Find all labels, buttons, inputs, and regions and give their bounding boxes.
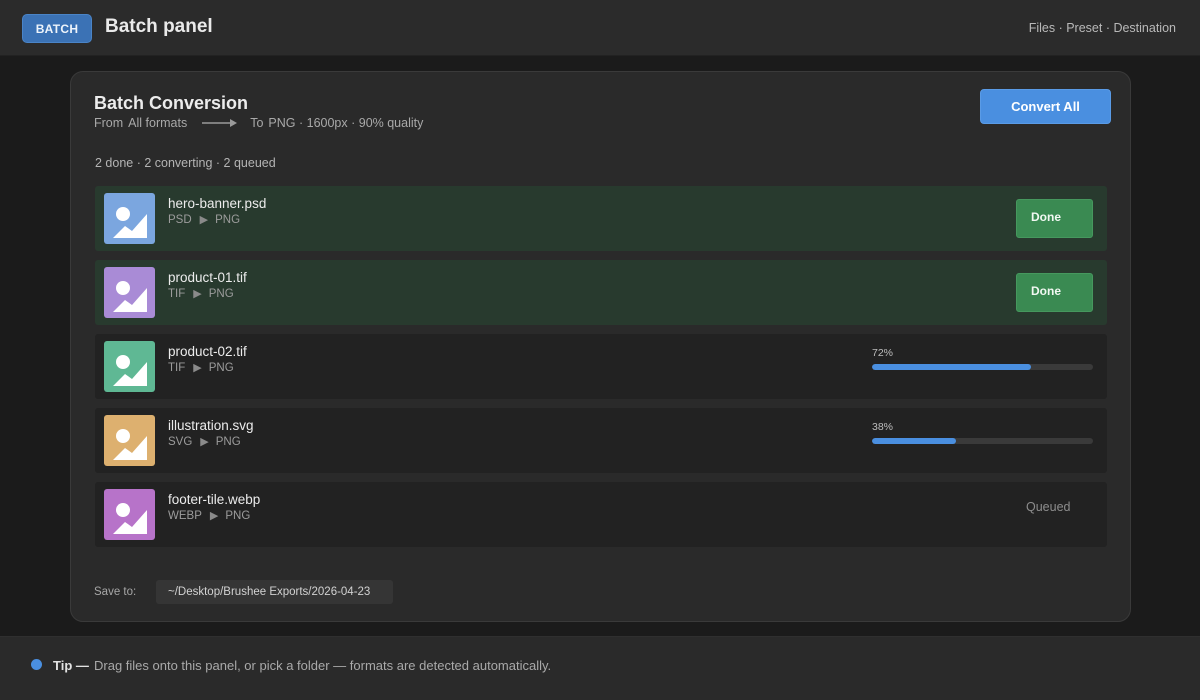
play-triangle-icon: ▶ — [193, 288, 202, 300]
target-format: PNG — [208, 287, 234, 300]
target-format: PNG — [208, 361, 234, 374]
done-status-button[interactable]: Done — [1016, 273, 1093, 312]
image-icon — [104, 415, 155, 466]
play-triangle-icon: ▶ — [200, 436, 209, 448]
info-dot-icon — [31, 659, 42, 670]
source-format: PSD — [168, 213, 192, 226]
breadcrumb: Files · Preset · Destination — [1028, 21, 1176, 35]
save-to-label: Save to: — [94, 586, 137, 598]
to-label: To — [250, 116, 264, 130]
file-name: illustration.svg — [168, 418, 254, 433]
format-conversion: WEBP ▶ PNG — [168, 509, 251, 523]
tip-label: Tip — — [53, 658, 89, 673]
format-conversion: TIF ▶ PNG — [168, 287, 234, 301]
source-format: SVG — [168, 435, 193, 448]
play-triangle-icon: ▶ — [209, 510, 219, 522]
batch-conversion-card: Batch Conversion From All formats To PNG… — [70, 71, 1131, 622]
source-format: TIF — [168, 287, 186, 300]
save-path-field[interactable]: ~/Desktop/Brushee Exports/2026-04-23 — [156, 580, 393, 604]
play-triangle-icon: ▶ — [199, 214, 209, 226]
file-row[interactable]: footer-tile.webp WEBP ▶ PNG Queued — [95, 482, 1107, 547]
progress-bar — [872, 364, 1093, 370]
queued-status: Queued — [1026, 500, 1071, 514]
image-icon — [104, 193, 155, 244]
target-format: PNG — [215, 213, 241, 226]
done-status-button[interactable]: Done — [1016, 199, 1093, 238]
source-format: TIF — [168, 361, 186, 374]
play-triangle-icon: ▶ — [193, 362, 202, 374]
format-conversion: PSD ▶ PNG — [168, 213, 241, 227]
file-row[interactable]: product-02.tif TIF ▶ PNG 72% — [95, 334, 1107, 399]
progress-percent: 72% — [872, 347, 894, 359]
format-conversion: TIF ▶ PNG — [168, 361, 234, 375]
target-format: PNG — [215, 435, 241, 448]
progress-fill — [872, 438, 956, 444]
progress-bar — [872, 438, 1093, 444]
convert-all-button[interactable]: Convert All — [980, 89, 1111, 124]
image-icon — [104, 489, 155, 540]
file-row[interactable]: product-01.tif TIF ▶ PNG Done — [95, 260, 1107, 325]
image-icon — [104, 341, 155, 392]
card-title: Batch Conversion — [94, 93, 249, 113]
image-icon — [104, 267, 155, 318]
tip-text: Drag files onto this panel, or pick a fo… — [94, 658, 552, 673]
tip-footer: Tip — Drag files onto this panel, or pic… — [0, 636, 1200, 700]
file-name: hero-banner.psd — [168, 196, 267, 211]
progress-percent: 38% — [872, 421, 894, 433]
from-value: All formats — [128, 116, 188, 130]
from-label: From — [94, 116, 124, 130]
file-name: product-02.tif — [168, 344, 247, 359]
batch-badge: BATCH — [22, 14, 92, 43]
file-name: product-01.tif — [168, 270, 247, 285]
format-conversion: SVG ▶ PNG — [168, 435, 241, 449]
status-summary: 2 done · 2 converting · 2 queued — [95, 156, 276, 170]
conversion-flow: From All formats To PNG · 1600px · 90% q… — [94, 116, 423, 130]
top-bar: BATCH Batch panel Files · Preset · Desti… — [0, 0, 1200, 56]
file-row[interactable]: illustration.svg SVG ▶ PNG 38% — [95, 408, 1107, 473]
to-value: PNG · 1600px · 90% quality — [268, 116, 424, 130]
file-name: footer-tile.webp — [168, 492, 261, 507]
app-title: Batch panel — [105, 16, 213, 37]
source-format: WEBP — [168, 509, 202, 522]
progress-fill — [872, 364, 1032, 370]
file-row[interactable]: hero-banner.psd PSD ▶ PNG Done — [95, 186, 1107, 251]
right-arrow-icon — [202, 118, 238, 128]
target-format: PNG — [225, 509, 251, 522]
